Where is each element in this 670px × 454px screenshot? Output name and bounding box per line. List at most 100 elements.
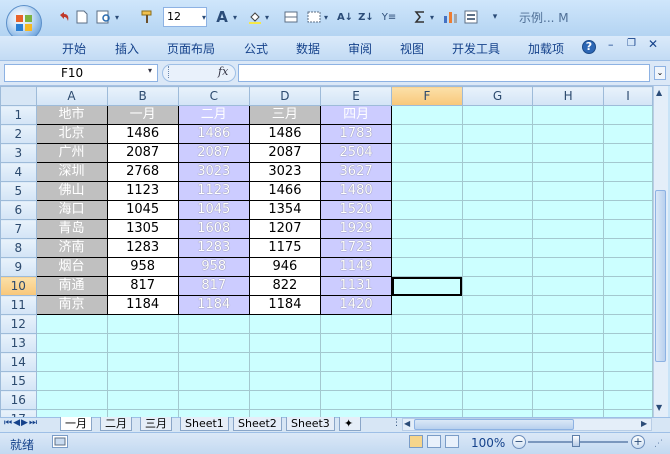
cell[interactable] bbox=[35, 333, 108, 353]
column-header[interactable]: H bbox=[532, 86, 604, 106]
row-header[interactable]: 11 bbox=[0, 295, 37, 315]
scroll-left-icon[interactable]: ◀ bbox=[404, 419, 410, 428]
cell[interactable] bbox=[391, 295, 463, 315]
cell[interactable] bbox=[602, 276, 653, 296]
cell[interactable] bbox=[319, 371, 393, 391]
font-color-icon[interactable]: A bbox=[213, 8, 231, 26]
cell[interactable] bbox=[248, 390, 322, 410]
cell[interactable] bbox=[602, 371, 653, 391]
autosum-chevron-icon[interactable]: ▾ bbox=[429, 8, 435, 26]
cell[interactable] bbox=[248, 352, 322, 372]
cell[interactable] bbox=[177, 371, 250, 391]
zoom-in-icon[interactable]: + bbox=[631, 435, 645, 449]
formula-input[interactable] bbox=[238, 64, 650, 82]
row-header[interactable]: 3 bbox=[0, 143, 37, 163]
cell[interactable] bbox=[461, 143, 534, 163]
cell[interactable] bbox=[602, 219, 653, 239]
cell[interactable] bbox=[35, 352, 108, 372]
sort-ascending-icon[interactable]: A↓ bbox=[336, 8, 354, 26]
cell[interactable] bbox=[461, 409, 534, 417]
cell[interactable] bbox=[319, 390, 393, 410]
column-header[interactable]: C bbox=[177, 86, 250, 106]
cell[interactable] bbox=[461, 333, 534, 353]
cell[interactable] bbox=[461, 390, 534, 410]
row-header[interactable]: 2 bbox=[0, 124, 37, 144]
row-header[interactable]: 6 bbox=[0, 200, 37, 220]
cell[interactable]: 南京 bbox=[35, 295, 108, 315]
tab-review[interactable]: 审阅 bbox=[348, 40, 372, 57]
customize-quick-access-icon[interactable]: ▾ bbox=[490, 8, 500, 26]
cell[interactable]: 1149 bbox=[319, 257, 393, 277]
cell[interactable] bbox=[532, 124, 604, 144]
row-header[interactable]: 5 bbox=[0, 181, 37, 201]
cell[interactable]: 1354 bbox=[248, 200, 322, 220]
cell[interactable] bbox=[602, 390, 653, 410]
font-color-chevron-icon[interactable]: ▾ bbox=[232, 8, 238, 26]
column-header[interactable]: F bbox=[391, 86, 463, 106]
cell[interactable]: 1520 bbox=[319, 200, 393, 220]
name-box-chevron-icon[interactable]: ▾ bbox=[148, 66, 152, 75]
cell[interactable] bbox=[532, 390, 604, 410]
row-header[interactable]: 13 bbox=[0, 333, 37, 353]
cell[interactable]: 1207 bbox=[248, 219, 322, 239]
cell[interactable]: 1184 bbox=[177, 295, 250, 315]
cell[interactable] bbox=[177, 390, 250, 410]
cell[interactable] bbox=[391, 105, 463, 125]
sheet-tab-mar[interactable]: 三月 bbox=[140, 417, 172, 431]
cell[interactable] bbox=[391, 390, 463, 410]
cell[interactable] bbox=[391, 371, 463, 391]
scroll-down-icon[interactable]: ▼ bbox=[656, 403, 662, 412]
row-header[interactable]: 14 bbox=[0, 352, 37, 372]
cell[interactable]: 1184 bbox=[248, 295, 322, 315]
column-header[interactable]: I bbox=[602, 86, 653, 106]
cell[interactable]: 1486 bbox=[248, 124, 322, 144]
cell[interactable] bbox=[248, 409, 322, 417]
cell[interactable] bbox=[461, 238, 534, 258]
cell[interactable] bbox=[319, 409, 393, 417]
cell[interactable]: 烟台 bbox=[35, 257, 108, 277]
column-header[interactable]: E bbox=[319, 86, 393, 106]
sheet-tab-sheet1[interactable]: Sheet1 bbox=[180, 417, 229, 431]
cell[interactable]: 1045 bbox=[177, 200, 250, 220]
cell[interactable] bbox=[391, 200, 463, 220]
insert-sheet-icon[interactable]: ✦ bbox=[339, 417, 361, 431]
cell[interactable] bbox=[35, 390, 108, 410]
resize-handle-icon[interactable] bbox=[168, 66, 175, 78]
cell[interactable] bbox=[461, 200, 534, 220]
column-header[interactable]: G bbox=[461, 86, 534, 106]
cell[interactable] bbox=[391, 143, 463, 163]
font-size-chevron-icon[interactable]: ▾ bbox=[201, 8, 207, 26]
cell[interactable]: 1480 bbox=[319, 181, 393, 201]
row-header[interactable]: 7 bbox=[0, 219, 37, 239]
row-header[interactable]: 17 bbox=[0, 409, 37, 417]
cell[interactable] bbox=[391, 124, 463, 144]
cell[interactable]: 2087 bbox=[106, 143, 179, 163]
tab-split-handle-icon[interactable]: ⋮ bbox=[392, 418, 401, 428]
cell[interactable] bbox=[532, 371, 604, 391]
help-icon[interactable]: ? bbox=[582, 40, 596, 54]
cell[interactable] bbox=[391, 333, 463, 353]
cell[interactable] bbox=[602, 314, 653, 334]
cell[interactable] bbox=[532, 219, 604, 239]
cell[interactable] bbox=[106, 333, 179, 353]
cell[interactable]: 青岛 bbox=[35, 219, 108, 239]
restore-icon[interactable]: ❐ bbox=[627, 38, 636, 49]
cell[interactable] bbox=[461, 314, 534, 334]
active-cell[interactable] bbox=[391, 276, 463, 296]
cell[interactable] bbox=[602, 181, 653, 201]
tab-formulas[interactable]: 公式 bbox=[244, 40, 268, 57]
cell[interactable] bbox=[461, 219, 534, 239]
cell[interactable] bbox=[602, 200, 653, 220]
zoom-level[interactable]: 100% bbox=[471, 436, 505, 450]
table-header-cell[interactable]: 一月 bbox=[106, 105, 179, 125]
column-header[interactable]: B bbox=[106, 86, 179, 106]
cell[interactable] bbox=[391, 314, 463, 334]
cell[interactable]: 958 bbox=[177, 257, 250, 277]
scroll-up-icon[interactable]: ▲ bbox=[656, 88, 662, 97]
borders-icon[interactable] bbox=[306, 8, 322, 26]
scroll-right-icon[interactable]: ▶ bbox=[641, 419, 647, 428]
cell[interactable] bbox=[248, 314, 322, 334]
cell[interactable] bbox=[461, 181, 534, 201]
table-header-cell[interactable]: 四月 bbox=[319, 105, 393, 125]
tab-developer[interactable]: 开发工具 bbox=[452, 40, 500, 57]
